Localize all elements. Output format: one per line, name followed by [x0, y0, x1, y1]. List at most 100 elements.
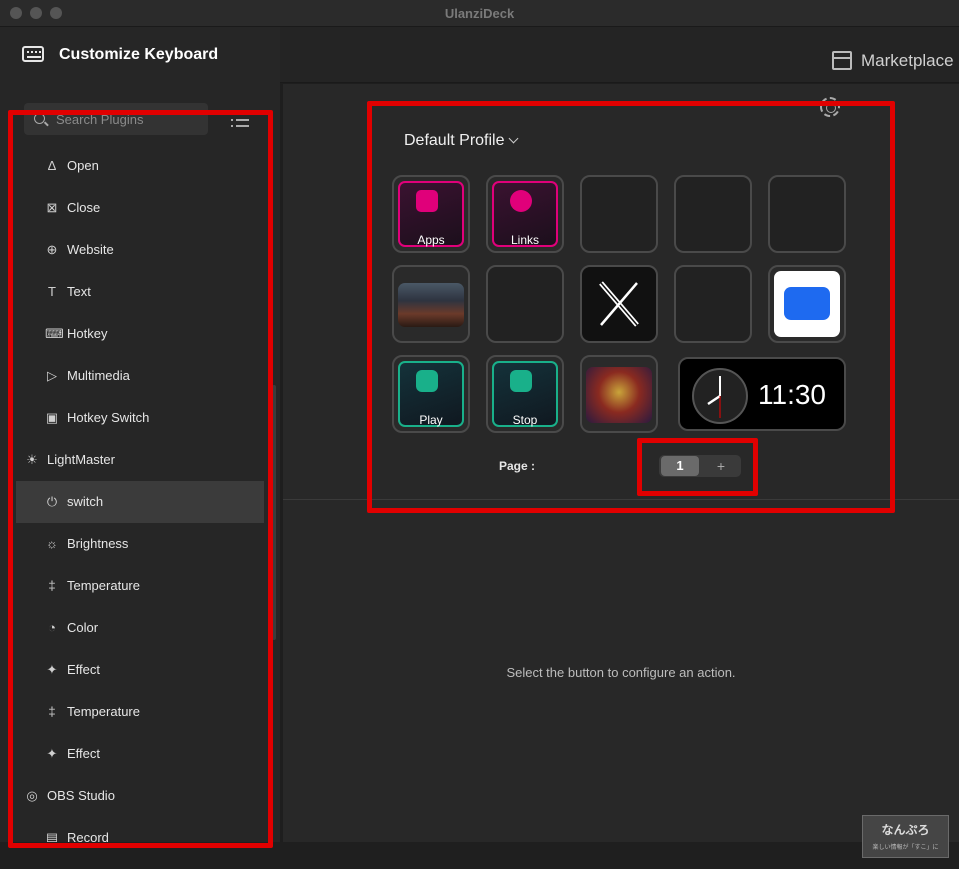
keyboard-icon [22, 46, 44, 62]
plugin-item-label: Effect [67, 746, 101, 761]
play-icon [416, 370, 438, 392]
key-label: Play [419, 413, 443, 427]
plugin-group-obs-studio[interactable]: ◎ OBS Studio [16, 775, 264, 817]
bulb-icon: ☀ [26, 452, 38, 467]
rocket-icon: ∆ [48, 158, 56, 173]
power-icon: ⏻ [46, 494, 58, 509]
plugin-item-record[interactable]: ▤ Record [16, 817, 264, 843]
thermometer-icon: ‡ [48, 704, 56, 719]
plugin-item-label: switch [67, 494, 104, 509]
plugin-item-effect-2[interactable]: ✦ Effect [16, 733, 264, 775]
plugin-item-label: Text [67, 284, 91, 299]
plugin-item-label: Close [67, 200, 101, 215]
pause-icon [510, 370, 532, 392]
keyboard-app-icon [784, 287, 830, 320]
watermark-tagline: 楽しい情報が「すこ」に [872, 845, 939, 851]
clock-time: 11:30 [758, 379, 826, 410]
plugin-item-label: Color [67, 620, 99, 635]
deck-key-x[interactable] [580, 265, 658, 343]
plugin-group-label: LightMaster [47, 452, 115, 467]
deck-key-empty[interactable] [674, 265, 752, 343]
page-1-button[interactable]: 1 [661, 456, 699, 476]
top-bar: Marketplace [280, 27, 959, 83]
config-hint: Select the button to configure an action… [506, 665, 736, 680]
key-label: Stop [512, 413, 538, 427]
deck-key-apps[interactable]: Apps [392, 175, 470, 253]
deck-key-ironman[interactable] [580, 355, 658, 433]
main-panel: Default Profile Apps Links Play Stop 11:… [283, 84, 959, 842]
globe-folder-icon [510, 190, 532, 212]
plugin-item-label: Effect [67, 662, 101, 677]
plugin-item-multimedia[interactable]: ▷ Multimedia [16, 355, 264, 397]
watermark-logo: なんぷろ 楽しい情報が「すこ」に [862, 815, 949, 858]
plugin-item-label: Open [67, 158, 99, 173]
sidebar-header: Customize Keyboard [0, 27, 280, 83]
deck-key-keyboard[interactable] [768, 265, 846, 343]
profile-name: Default Profile [404, 132, 505, 149]
thermometer-icon: ‡ [48, 578, 56, 593]
plugin-item-color[interactable]: ◔ Color [16, 607, 264, 649]
analog-clock-icon [692, 368, 748, 424]
plugin-item-label: Temperature [67, 704, 140, 719]
key-label: Apps [417, 233, 445, 247]
switch-box-icon: ▣ [45, 410, 59, 425]
sun-icon: ☼ [46, 536, 58, 551]
ironman-image [586, 367, 652, 423]
plugin-item-temperature[interactable]: ‡ Temperature [16, 565, 264, 607]
sidebar-scrollbar[interactable] [272, 385, 276, 640]
plugin-item-hotkey-switch[interactable]: ▣ Hotkey Switch [16, 397, 264, 439]
plugin-group-lightmaster[interactable]: ☀ LightMaster [16, 439, 264, 481]
deck-key-links[interactable]: Links [486, 175, 564, 253]
plugin-item-effect[interactable]: ✦ Effect [16, 649, 264, 691]
plugin-item-website[interactable]: ⊕ Website [16, 229, 264, 271]
search-icon [34, 113, 45, 124]
plugin-item-label: Temperature [67, 578, 140, 593]
plugin-item-switch[interactable]: ⏻ switch [16, 481, 264, 523]
close-box-icon: ⊠ [46, 200, 58, 215]
plugin-item-text[interactable]: T Text [16, 271, 264, 313]
plugin-item-close[interactable]: ⊠ Close [16, 187, 264, 229]
deck-key-stop[interactable]: Stop [486, 355, 564, 433]
plugin-item-label: Brightness [67, 536, 129, 551]
deck-key-clock[interactable]: 11:30 [678, 357, 846, 431]
profile-dropdown[interactable]: Default Profile [404, 132, 518, 150]
page-label: Page : [499, 459, 536, 473]
title-bar: UlanziDeck [0, 0, 959, 27]
search-box[interactable] [24, 103, 208, 135]
marketplace-button[interactable]: Marketplace [861, 51, 954, 71]
deck-key-photo[interactable] [392, 265, 470, 343]
add-page-button[interactable]: + [705, 456, 737, 476]
chevron-down-icon [508, 133, 518, 144]
plugin-item-open[interactable]: ∆ Open [16, 145, 264, 187]
deck-key-empty[interactable] [486, 265, 564, 343]
sparkle-icon: ✦ [46, 746, 58, 761]
bottom-bar [0, 842, 959, 869]
globe-icon: ⊕ [46, 242, 58, 257]
x-logo-icon [599, 281, 639, 327]
deck-key-empty[interactable] [768, 175, 846, 253]
plugin-item-label: Website [67, 242, 114, 257]
store-icon[interactable] [832, 51, 852, 70]
plugin-sidebar: Customize Keyboard ∆ Open ⊠ Close ⊕ Webs… [0, 27, 280, 843]
folder-icon [416, 190, 438, 212]
play-circle-icon: ▷ [47, 368, 57, 383]
gear-icon[interactable] [820, 97, 840, 117]
plugin-item-label: Hotkey [67, 326, 108, 341]
plugin-item-hotkey[interactable]: ⌨ Hotkey [16, 313, 264, 355]
list-view-icon[interactable] [231, 113, 249, 127]
text-icon: T [48, 284, 56, 299]
deck-key-empty[interactable] [580, 175, 658, 253]
palette-icon: ◔ [48, 620, 56, 635]
keyboard-icon: ⌨ [45, 326, 64, 341]
watermark-title: なんぷろ [881, 823, 930, 837]
plugin-item-temperature-2[interactable]: ‡ Temperature [16, 691, 264, 733]
plugin-item-label: Hotkey Switch [67, 410, 150, 425]
deck-key-play[interactable]: Play [392, 355, 470, 433]
sidebar-title: Customize Keyboard [59, 46, 219, 63]
search-input[interactable] [56, 103, 202, 135]
plugin-item-brightness[interactable]: ☼ Brightness [16, 523, 264, 565]
obs-icon: ◎ [26, 788, 38, 803]
plugin-group-label: OBS Studio [47, 788, 115, 803]
page-selector: 1 + [659, 455, 741, 477]
deck-key-empty[interactable] [674, 175, 752, 253]
